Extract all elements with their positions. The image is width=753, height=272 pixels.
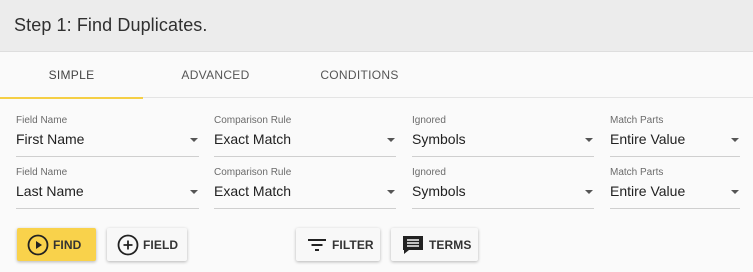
terms-button-label: TERMS (429, 237, 472, 252)
dropdown-arrow-icon (731, 190, 739, 194)
field-name-label: Field Name (16, 115, 68, 126)
dropdown-arrow-icon (190, 138, 198, 142)
match-parts-label: Match Parts (610, 167, 664, 178)
add-field-button[interactable]: FIELD (107, 228, 187, 261)
match-parts-select-row-1[interactable]: Match Parts Entire Value (610, 115, 740, 157)
comparison-rule-select-row-2[interactable]: Comparison Rule Exact Match (214, 167, 396, 209)
dropdown-arrow-icon (731, 138, 739, 142)
tab-conditions[interactable]: CONDITIONS (288, 52, 431, 98)
find-button[interactable]: FIND (17, 228, 96, 261)
filter-button-label: FILTER (332, 237, 374, 252)
dropdown-arrow-icon (190, 190, 198, 194)
dropdown-arrow-icon (585, 190, 593, 194)
page-title: Step 1: Find Duplicates. (14, 15, 208, 35)
ignored-value: Symbols (412, 183, 466, 199)
field-name-select-row-1[interactable]: Field Name First Name (16, 115, 199, 157)
comparison-rule-value: Exact Match (214, 183, 292, 199)
page-header: Step 1: Find Duplicates. (0, 0, 753, 52)
match-parts-label: Match Parts (610, 115, 664, 126)
ignored-label: Ignored (412, 115, 446, 126)
field-name-select-row-2[interactable]: Field Name Last Name (16, 167, 199, 209)
filter-button[interactable]: FILTER (296, 228, 380, 261)
ignored-value: Symbols (412, 131, 466, 147)
match-parts-select-row-2[interactable]: Match Parts Entire Value (610, 167, 740, 209)
filter-list-icon (308, 238, 326, 251)
comment-icon (403, 235, 423, 254)
field-button-label: FIELD (143, 237, 179, 252)
terms-button[interactable]: TERMS (391, 228, 478, 261)
tab-advanced[interactable]: ADVANCED (143, 52, 288, 98)
comparison-rule-select-row-1[interactable]: Comparison Rule Exact Match (214, 115, 396, 157)
play-circle-icon (27, 234, 49, 255)
dropdown-arrow-icon (387, 138, 395, 142)
dropdown-arrow-icon (585, 138, 593, 142)
comparison-rule-value: Exact Match (214, 131, 292, 147)
ignored-select-row-2[interactable]: Ignored Symbols (412, 167, 594, 209)
field-name-label: Field Name (16, 167, 68, 178)
ignored-label: Ignored (412, 167, 446, 178)
add-circle-icon (117, 234, 139, 255)
match-parts-value: Entire Value (610, 183, 686, 199)
field-name-value: First Name (16, 131, 85, 147)
tab-bar: SIMPLE ADVANCED CONDITIONS (0, 52, 753, 99)
find-button-label: FIND (53, 237, 82, 252)
ignored-select-row-1[interactable]: Ignored Symbols (412, 115, 594, 157)
dropdown-arrow-icon (387, 190, 395, 194)
comparison-rule-label: Comparison Rule (214, 167, 292, 178)
dedupe-card: SIMPLE ADVANCED CONDITIONS Field Name Fi… (0, 52, 753, 272)
tab-simple[interactable]: SIMPLE (0, 52, 143, 99)
match-parts-value: Entire Value (610, 131, 686, 147)
field-name-value: Last Name (16, 183, 84, 199)
comparison-rule-label: Comparison Rule (214, 115, 292, 126)
